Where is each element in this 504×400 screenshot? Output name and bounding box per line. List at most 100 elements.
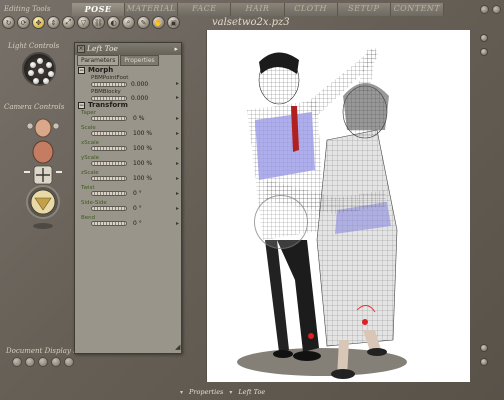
morph-brush-icon[interactable]: ✎: [137, 16, 150, 29]
morph-section-header[interactable]: − Morph: [78, 66, 113, 74]
row-menu-arrow-icon[interactable]: ▸: [176, 145, 179, 152]
row-menu-arrow-icon[interactable]: ▸: [176, 130, 179, 137]
translate-icon[interactable]: ✥: [32, 16, 45, 29]
tab-properties[interactable]: Properties: [120, 55, 159, 66]
tab-pose[interactable]: POSE: [72, 3, 126, 16]
morph-row[interactable]: PBMPointFoot 0.000 ▸: [91, 75, 179, 90]
row-menu-arrow-icon[interactable]: ▸: [176, 175, 179, 182]
camera-controls-widget[interactable]: [18, 114, 68, 232]
light-control-globe[interactable]: [22, 52, 56, 86]
scale-icon[interactable]: ⤢: [62, 16, 75, 29]
row-menu-arrow-icon[interactable]: ▸: [176, 80, 179, 87]
light-icon[interactable]: [37, 58, 43, 64]
dial-control[interactable]: [91, 191, 127, 196]
dial-control[interactable]: [91, 221, 127, 226]
window-help-button[interactable]: [492, 5, 501, 14]
display-style-button[interactable]: [38, 357, 48, 367]
rail-button[interactable]: [480, 344, 488, 352]
morph-value[interactable]: 0.000: [131, 81, 148, 88]
document-viewport[interactable]: [206, 30, 470, 382]
resize-handle-icon[interactable]: ◢: [175, 343, 180, 351]
display-style-button[interactable]: [64, 357, 74, 367]
display-style-button[interactable]: [25, 357, 35, 367]
translate-in-out-icon[interactable]: ⇕: [47, 16, 60, 29]
display-style-button[interactable]: [12, 357, 22, 367]
dropdown-arrow-icon[interactable]: ▾: [229, 389, 232, 396]
tab-setup[interactable]: SETUP: [337, 3, 391, 16]
row-menu-arrow-icon[interactable]: ▸: [176, 220, 179, 227]
light-icon[interactable]: [43, 78, 49, 84]
dropdown-arrow-icon[interactable]: ▾: [180, 389, 183, 396]
light-icon[interactable]: [30, 62, 36, 68]
parameter-value[interactable]: 100 %: [133, 160, 152, 167]
view-magnifier-icon[interactable]: ⌕: [122, 16, 135, 29]
row-menu-arrow-icon[interactable]: ▸: [176, 160, 179, 167]
rail-button[interactable]: [480, 48, 488, 56]
twist-icon[interactable]: ⟳: [17, 16, 30, 29]
dial-control[interactable]: [91, 206, 127, 211]
man-shoe: [273, 350, 293, 358]
dial-control[interactable]: [91, 82, 127, 87]
morph-value[interactable]: 0.000: [131, 95, 148, 102]
bottom-properties-label[interactable]: Properties: [189, 388, 223, 396]
row-menu-arrow-icon[interactable]: ▸: [176, 205, 179, 212]
chain-break-icon[interactable]: ⛓: [92, 16, 105, 29]
parameter-value[interactable]: 0 °: [133, 205, 142, 212]
collapse-icon[interactable]: −: [78, 102, 85, 109]
light-controls-label: Light Controls: [8, 42, 60, 50]
light-icon[interactable]: [28, 70, 34, 76]
tab-parameters[interactable]: Parameters: [77, 55, 120, 66]
transform-row[interactable]: Scale 100 % ▸: [81, 125, 179, 140]
menu-arrow-icon[interactable]: ▸: [174, 45, 178, 53]
parameter-value[interactable]: 0 °: [133, 220, 142, 227]
rail-button[interactable]: [480, 358, 488, 366]
collapse-icon[interactable]: −: [78, 67, 85, 74]
tab-content[interactable]: CONTENT: [390, 3, 444, 16]
transform-row[interactable]: Twist 0 ° ▸: [81, 185, 179, 200]
transform-row[interactable]: yScale 100 % ▸: [81, 155, 179, 170]
tab-cloth[interactable]: CLOTH: [284, 3, 338, 16]
bottom-selection-bar: ▾ Properties ▾ Left Toe: [180, 386, 330, 398]
dial-control[interactable]: [91, 161, 127, 166]
panel-header[interactable]: × Left Toe ▸: [75, 43, 181, 55]
rotate-icon[interactable]: ↻: [2, 16, 15, 29]
grouping-icon[interactable]: ▣: [167, 16, 180, 29]
transform-row[interactable]: Side-Side 0 ° ▸: [81, 200, 179, 215]
taper-icon[interactable]: ▽: [77, 16, 90, 29]
display-style-buttons: [12, 357, 74, 367]
dancing-couple-figures[interactable]: [207, 30, 471, 382]
transform-row[interactable]: Taper 0 % ▸: [81, 110, 179, 125]
parameter-value[interactable]: 0 °: [133, 190, 142, 197]
tab-face[interactable]: FACE: [178, 3, 232, 16]
display-style-button[interactable]: [51, 357, 61, 367]
parameter-value[interactable]: 0 %: [133, 115, 144, 122]
transform-row[interactable]: zScale 100 % ▸: [81, 170, 179, 185]
transform-section-header[interactable]: − Transform: [78, 101, 128, 109]
tab-material[interactable]: MATERIAL: [125, 3, 179, 16]
row-menu-arrow-icon[interactable]: ▸: [176, 190, 179, 197]
dial-control[interactable]: [91, 176, 127, 181]
row-menu-arrow-icon[interactable]: ▸: [176, 115, 179, 122]
dial-control[interactable]: [91, 146, 127, 151]
rail-button[interactable]: [480, 34, 488, 42]
light-icon[interactable]: [48, 71, 54, 77]
transform-row[interactable]: xScale 100 % ▸: [81, 140, 179, 155]
trackball-selection-circle[interactable]: [254, 195, 308, 249]
direct-manipulation-icon[interactable]: ✋: [152, 16, 165, 29]
bottom-actor-label[interactable]: Left Toe: [238, 388, 265, 396]
light-icon[interactable]: [33, 78, 39, 84]
transform-row[interactable]: Bend 0 ° ▸: [81, 215, 179, 230]
dial-control[interactable]: [91, 131, 127, 136]
row-menu-arrow-icon[interactable]: ▸: [176, 94, 179, 101]
window-option-button[interactable]: [480, 5, 489, 14]
parameter-value[interactable]: 100 %: [133, 175, 152, 182]
tab-hair[interactable]: HAIR: [231, 3, 285, 16]
close-icon[interactable]: ×: [77, 45, 85, 53]
parameter-value[interactable]: 100 %: [133, 130, 152, 137]
dial-control[interactable]: [91, 116, 127, 121]
parameter-value[interactable]: 100 %: [133, 145, 152, 152]
light-icon[interactable]: [38, 68, 44, 74]
poser-app-window: Editing Tools POSE MATERIAL FACE HAIR CL…: [0, 0, 504, 400]
color-icon[interactable]: ◐: [107, 16, 120, 29]
light-icon[interactable]: [46, 62, 52, 68]
